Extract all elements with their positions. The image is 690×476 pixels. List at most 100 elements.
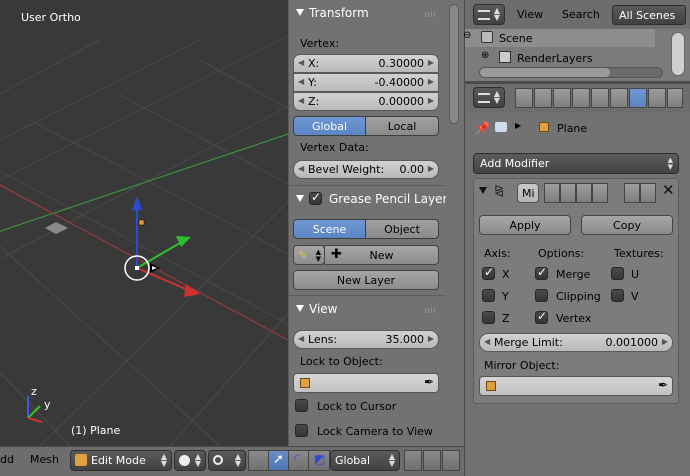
editor-type-dropdown[interactable]: ▲ ▼ <box>473 4 505 25</box>
eyedropper-icon[interactable]: ✒ <box>424 375 434 389</box>
decrement-icon[interactable]: ◀ <box>484 337 490 346</box>
decrement-icon[interactable]: ◀ <box>298 164 304 173</box>
collapse-icon[interactable]: ⊖ <box>463 30 471 41</box>
increment-icon[interactable]: ▶ <box>428 96 434 105</box>
outliner-vscrollbar[interactable] <box>671 32 685 76</box>
pin-icon[interactable]: 📌 <box>475 121 490 135</box>
editor-type-dropdown[interactable]: ▲ ▼ <box>473 87 505 108</box>
lock-to-cursor-checkbox[interactable] <box>295 399 308 412</box>
rotate-manipulator-button[interactable]: ◜ <box>288 450 310 471</box>
viewport-toggle-icon[interactable] <box>560 183 576 203</box>
cage-toggle-icon[interactable] <box>592 183 608 203</box>
scene-tab-icon[interactable] <box>553 88 571 108</box>
object-tab-icon[interactable] <box>591 88 609 108</box>
copy-button[interactable]: Copy <box>581 215 673 235</box>
view-menu[interactable]: dd <box>0 453 14 466</box>
texture-v-checkbox[interactable] <box>611 289 624 302</box>
bevel-weight-field[interactable]: ◀ Bevel Weight: 0.00 ▶ <box>293 160 439 179</box>
outliner-row-scene[interactable]: ⊖ Scene <box>463 29 655 47</box>
face-select-button[interactable] <box>442 450 460 471</box>
drag-grip-icon[interactable] <box>425 12 437 17</box>
gp-scene-toggle[interactable]: Scene <box>293 219 366 239</box>
apply-button[interactable]: Apply <box>479 215 571 235</box>
outliner-row-renderlayers[interactable]: ⊕ RenderLayers <box>465 48 655 66</box>
constraints-tab-icon[interactable] <box>610 88 628 108</box>
grease-pencil-panel-header[interactable]: Grease Pencil Layers <box>289 188 446 212</box>
render-toggle-icon[interactable] <box>544 183 560 203</box>
decrement-icon[interactable]: ◀ <box>298 77 304 86</box>
eyedropper-icon[interactable]: ✒ <box>658 378 668 392</box>
lens-field[interactable]: ◀ Lens: 35.000 ▶ <box>293 330 439 349</box>
modifier-name-field[interactable]: Mi <box>517 183 539 203</box>
vertex-checkbox[interactable] <box>535 309 548 324</box>
drag-grip-icon[interactable] <box>425 308 437 313</box>
transform-manipulator[interactable] <box>124 196 200 297</box>
increment-icon[interactable]: ▶ <box>428 58 434 67</box>
vertex-y-field[interactable]: ◀ Y: -0.40000 ▶ <box>293 73 439 92</box>
translate-manipulator-button[interactable]: ➚ <box>268 450 290 471</box>
outliner[interactable]: ⊖ Scene ⊕ RenderLayers <box>463 29 690 81</box>
view-panel-header[interactable]: View <box>289 298 446 322</box>
merge-limit-field[interactable]: ◀ Merge Limit: 0.001000 ▶ <box>479 333 673 352</box>
decrement-icon[interactable]: ◀ <box>298 96 304 105</box>
options-header: Options: <box>538 247 585 260</box>
mirror-object-field[interactable]: ✒ <box>479 376 673 396</box>
merge-checkbox[interactable] <box>535 265 548 280</box>
lock-camera-checkbox[interactable] <box>295 424 308 437</box>
grease-pencil-enable-checkbox[interactable] <box>309 190 322 205</box>
collapse-triangle-icon[interactable] <box>479 187 487 194</box>
axis-z-checkbox[interactable] <box>482 311 495 324</box>
material-tab-icon[interactable] <box>667 88 683 108</box>
increment-icon[interactable]: ▶ <box>662 337 668 346</box>
increment-icon[interactable]: ▶ <box>428 77 434 86</box>
outliner-hscrollbar[interactable] <box>479 67 663 78</box>
axis-y-checkbox[interactable] <box>482 289 495 302</box>
edge-select-button[interactable] <box>423 450 441 471</box>
vertex-select-button[interactable] <box>404 450 422 471</box>
orientation-dropdown[interactable]: Global ▲ ▼ <box>330 450 400 471</box>
local-toggle[interactable]: Local <box>365 116 439 136</box>
side-panel-scrollbar[interactable] <box>446 0 464 446</box>
global-toggle[interactable]: Global <box>293 116 366 136</box>
outliner-search-menu[interactable]: Search <box>562 8 600 21</box>
increment-icon[interactable]: ▶ <box>428 334 434 343</box>
increment-icon[interactable]: ▶ <box>428 164 434 173</box>
gp-object-toggle[interactable]: Object <box>365 219 439 239</box>
vertex-x-field[interactable]: ◀ X: 0.30000 ▶ <box>293 54 439 73</box>
3d-viewport[interactable]: User Ortho z y (1) Plane <box>0 0 288 446</box>
divider <box>289 295 446 296</box>
decrement-icon[interactable]: ◀ <box>298 58 304 67</box>
data-tab-icon[interactable] <box>648 88 666 108</box>
move-down-icon[interactable] <box>640 183 656 203</box>
texture-u-checkbox[interactable] <box>611 267 624 280</box>
axis-x-checkbox[interactable] <box>482 265 495 280</box>
gp-data-dropdown[interactable]: ✎ ▲ ▼ <box>293 245 325 265</box>
expand-icon[interactable]: ⊕ <box>481 50 489 61</box>
gp-new-button[interactable]: ✚ New <box>324 245 439 265</box>
scrollbar-thumb[interactable] <box>449 4 459 124</box>
mode-dropdown[interactable]: Edit Mode ▲ ▼ <box>70 450 172 471</box>
decrement-icon[interactable]: ◀ <box>298 334 304 343</box>
modifiers-wrench-tab-icon[interactable] <box>629 88 647 108</box>
add-modifier-dropdown[interactable]: Add Modifier ▲ ▼ <box>473 153 679 174</box>
clipping-checkbox[interactable] <box>535 289 548 302</box>
outliner-view-menu[interactable]: View <box>517 8 543 21</box>
close-icon[interactable]: ✕ <box>662 181 675 199</box>
vertex-z-field[interactable]: ◀ Z: 0.00000 ▶ <box>293 92 439 111</box>
pivot-dropdown[interactable]: ▲ ▼ <box>208 450 246 471</box>
scale-manipulator-button[interactable]: ◩ <box>308 450 330 471</box>
render-tab-icon[interactable] <box>515 88 533 108</box>
display-filter-dropdown[interactable]: All Scenes <box>612 5 686 25</box>
lock-object-field[interactable]: ✒ <box>293 373 439 393</box>
editmode-toggle-icon[interactable] <box>576 183 592 203</box>
transform-panel-header[interactable]: Transform <box>289 2 446 26</box>
world-tab-icon[interactable] <box>572 88 590 108</box>
viewport-shading-dropdown[interactable]: ▲ ▼ <box>174 450 206 471</box>
mesh-menu[interactable]: Mesh <box>30 453 59 466</box>
scrollbar-thumb[interactable] <box>480 68 610 77</box>
render-layers-tab-icon[interactable] <box>534 88 552 108</box>
move-up-icon[interactable] <box>624 183 640 203</box>
gp-new-layer-button[interactable]: New Layer <box>293 270 439 290</box>
mirror-object-label: Mirror Object: <box>484 359 560 372</box>
manipulator-toggle-button[interactable] <box>248 450 270 471</box>
